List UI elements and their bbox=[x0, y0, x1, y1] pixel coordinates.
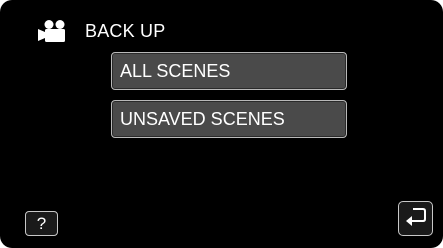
unsaved-scenes-label: UNSAVED SCENES bbox=[120, 108, 285, 129]
all-scenes-button[interactable]: ALL SCENES bbox=[111, 52, 347, 90]
return-arrow-icon bbox=[404, 206, 428, 231]
title-bar: BACK UP bbox=[36, 14, 165, 48]
help-button[interactable]: ? bbox=[25, 211, 58, 236]
help-label: ? bbox=[36, 213, 47, 233]
video-camera-icon bbox=[36, 19, 72, 43]
all-scenes-label: ALL SCENES bbox=[120, 60, 231, 81]
back-button[interactable] bbox=[398, 201, 433, 236]
page-title: BACK UP bbox=[85, 20, 166, 41]
camera-menu-screen: BACK UP ALL SCENES UNSAVED SCENES ? bbox=[0, 0, 443, 248]
unsaved-scenes-button[interactable]: UNSAVED SCENES bbox=[111, 100, 347, 138]
